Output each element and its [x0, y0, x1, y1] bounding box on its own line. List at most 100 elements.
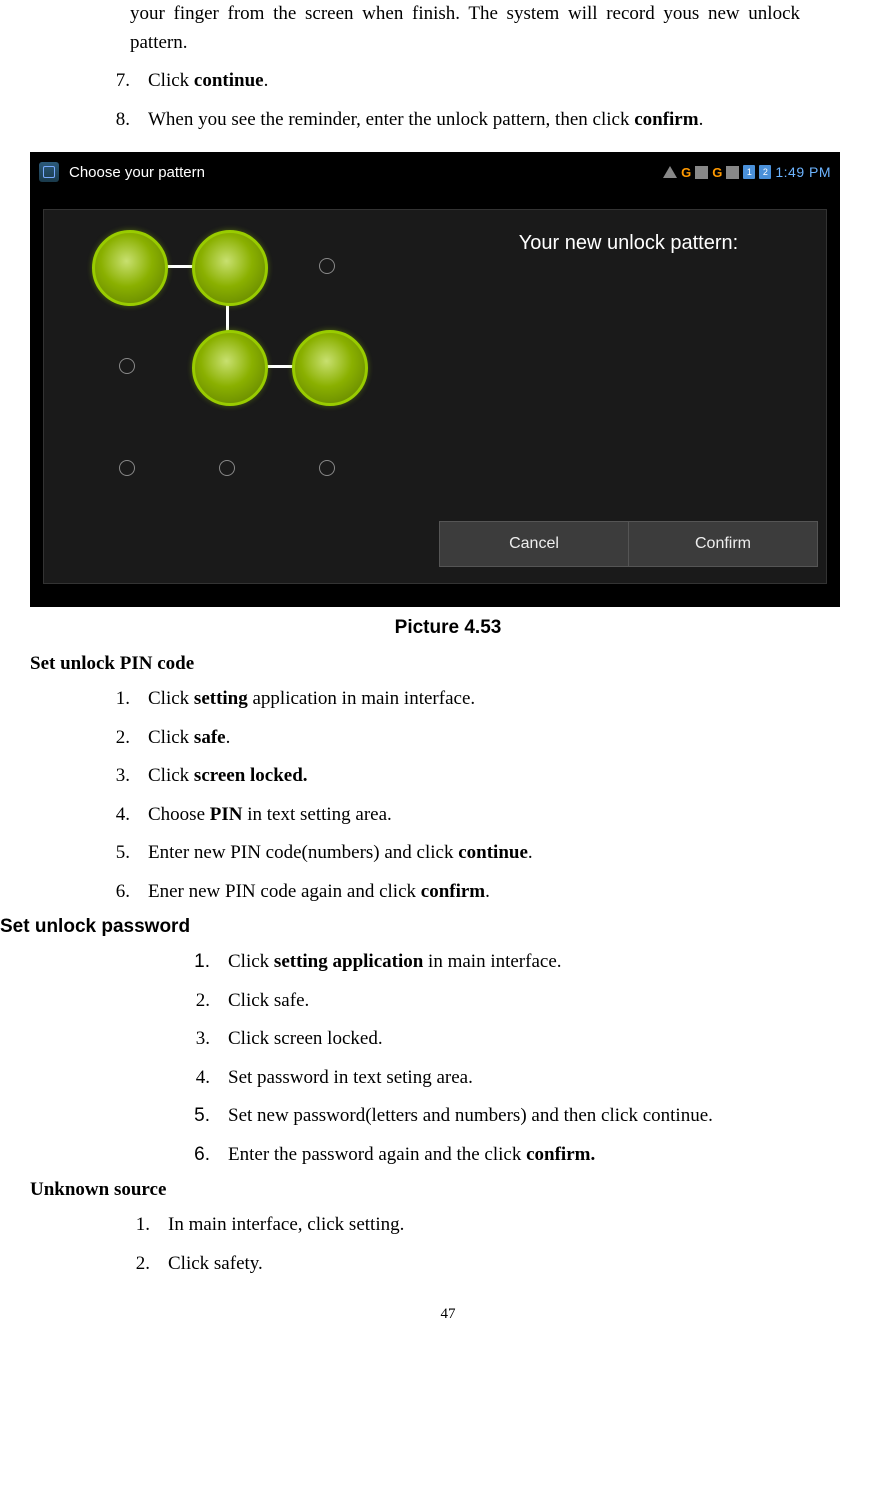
sim1-icon: 1 [743, 165, 755, 179]
password-list: 1.Click setting application in main inte… [170, 948, 866, 1169]
list-bold: continue [194, 70, 264, 91]
item-number: 3. [90, 762, 148, 791]
list-item: 1.Click setting application in main inte… [90, 685, 866, 714]
list-item: 6.Enter the password again and the click… [170, 1141, 866, 1170]
cancel-button[interactable]: Cancel [440, 522, 628, 566]
list-item: 7. Click continue. [90, 67, 866, 96]
list-text: Click [148, 765, 194, 786]
pattern-dot[interactable] [92, 230, 168, 306]
pattern-dot[interactable] [219, 460, 235, 476]
list-text: Click safe. [228, 990, 309, 1011]
pattern-dot[interactable] [119, 358, 135, 374]
list-text: . [226, 727, 231, 748]
prompt-post: pattern: [665, 232, 738, 254]
pattern-dot[interactable] [292, 330, 368, 406]
intro-text: your finger from the screen when finish.… [130, 0, 800, 57]
list-text: Choose [148, 804, 210, 825]
list-item: 8. When you see the reminder, enter the … [90, 106, 866, 135]
list-item: 1.In main interface, click setting. [110, 1211, 866, 1240]
item-number: 2. [110, 1250, 168, 1279]
item-number: 6. [90, 878, 148, 907]
figure-caption: Picture 4.53 [30, 617, 866, 639]
pin-list: 1.Click setting application in main inte… [90, 685, 866, 906]
pattern-dot[interactable] [119, 460, 135, 476]
clock: 1:49 PM [775, 164, 831, 180]
list-item: 3.Click screen locked. [90, 762, 866, 791]
pattern-dot[interactable] [319, 258, 335, 274]
pattern-dot[interactable] [192, 230, 268, 306]
top-list: 7. Click continue. 8. When you see the r… [90, 67, 866, 134]
list-bold: confirm [421, 881, 485, 902]
list-bold: screen locked. [194, 765, 308, 786]
confirm-button[interactable]: Confirm [628, 522, 817, 566]
list-text: . [699, 109, 704, 130]
list-text: Enter the password again and the click [228, 1144, 526, 1165]
item-number: 2. [170, 987, 228, 1016]
list-item: 5.Set new password(letters and numbers) … [170, 1102, 866, 1131]
status-bar: Choose your pattern G G 1 2 1:49 PM [31, 153, 839, 191]
item-number: 4. [90, 801, 148, 830]
list-item: 2.Click safe. [90, 724, 866, 753]
list-text: in main interface. [423, 951, 561, 972]
list-text: Click safety. [168, 1253, 263, 1274]
prompt-bold: unlock [607, 232, 665, 254]
list-bold: PIN [210, 804, 243, 825]
item-number: 8. [90, 106, 148, 135]
list-text: . [264, 70, 269, 91]
prompt-text: Your new unlock pattern: [439, 210, 818, 277]
wifi-icon [663, 166, 677, 178]
pattern-dot[interactable] [319, 460, 335, 476]
prompt-pre: Your new [519, 232, 607, 254]
list-text: application in main interface. [248, 688, 475, 709]
list-text: Click screen locked. [228, 1028, 383, 1049]
list-item: 2.Click safety. [110, 1250, 866, 1279]
list-text: Ener new PIN code again and click [148, 881, 421, 902]
unknown-list: 1.In main interface, click setting.2.Cli… [110, 1211, 866, 1278]
item-number: 6. [170, 1141, 228, 1170]
list-text: When you see the reminder, enter the unl… [148, 109, 634, 130]
list-text: Click [228, 951, 274, 972]
list-item: 5.Enter new PIN code(numbers) and click … [90, 839, 866, 868]
list-item: 3.Click screen locked. [170, 1025, 866, 1054]
signal-icon [695, 166, 708, 179]
signal-icon [726, 166, 739, 179]
item-number: 1. [110, 1211, 168, 1240]
list-bold: confirm [634, 109, 698, 130]
list-text: . [528, 842, 533, 863]
pattern-panel: Your new unlock pattern: Cancel Confirm [43, 209, 827, 584]
list-bold: continue [458, 842, 528, 863]
item-number: 5. [90, 839, 148, 868]
list-text: In main interface, click setting. [168, 1214, 404, 1235]
section-heading-pin: Set unlock PIN code [30, 653, 866, 675]
item-number: 3. [170, 1025, 228, 1054]
network-g-icon: G [712, 165, 722, 180]
sim2-icon: 2 [759, 165, 771, 179]
pattern-grid[interactable] [64, 238, 394, 568]
list-text: Click [148, 727, 194, 748]
list-text: Enter new PIN code(numbers) and click [148, 842, 458, 863]
list-bold: setting application [274, 951, 423, 972]
list-text: Set password in text seting area. [228, 1067, 473, 1088]
list-item: 4.Set password in text seting area. [170, 1064, 866, 1093]
item-number: 1. [90, 685, 148, 714]
item-number: 2. [90, 724, 148, 753]
list-item: 4.Choose PIN in text setting area. [90, 801, 866, 830]
list-text: Click [148, 70, 194, 91]
section-heading-password: Set unlock password [0, 916, 866, 938]
list-bold: setting [194, 688, 248, 709]
list-item: 2.Click safe. [170, 987, 866, 1016]
page-number: 47 [30, 1306, 866, 1323]
section-heading-unknown: Unknown source [30, 1179, 866, 1201]
window-title: Choose your pattern [69, 164, 205, 181]
list-text: in text setting area. [242, 804, 391, 825]
list-bold: safe [194, 727, 226, 748]
list-bold: confirm. [526, 1144, 595, 1165]
list-text: . [485, 881, 490, 902]
pattern-dot[interactable] [192, 330, 268, 406]
item-number: 1. [170, 948, 228, 977]
pattern-screenshot: Choose your pattern G G 1 2 1:49 PM [30, 152, 840, 607]
settings-icon [39, 162, 59, 182]
dialog-buttons: Cancel Confirm [439, 521, 818, 567]
item-number: 5. [170, 1102, 228, 1131]
list-text: Set new password(letters and numbers) an… [228, 1105, 713, 1126]
